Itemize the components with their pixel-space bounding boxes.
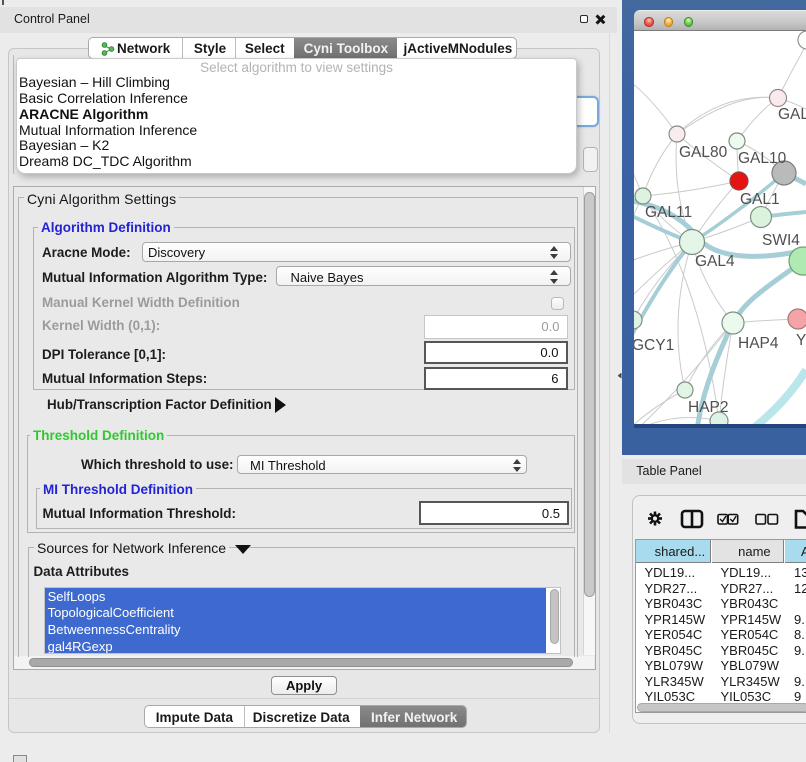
- svg-text:GAL4: GAL4: [695, 253, 735, 270]
- svg-text:GAL1: GAL1: [740, 191, 780, 208]
- svg-text:GAL11: GAL11: [645, 204, 692, 221]
- svg-text:HAP4: HAP4: [738, 335, 779, 352]
- svg-text:GAL: GAL: [778, 106, 806, 123]
- svg-text:Y: Y: [796, 332, 806, 349]
- svg-text:GCY1: GCY1: [634, 337, 674, 354]
- svg-text:SWI4: SWI4: [762, 232, 800, 249]
- svg-text:GAL10: GAL10: [738, 150, 787, 167]
- svg-text:GAL80: GAL80: [679, 144, 728, 161]
- svg-text:HAP2: HAP2: [688, 399, 729, 416]
